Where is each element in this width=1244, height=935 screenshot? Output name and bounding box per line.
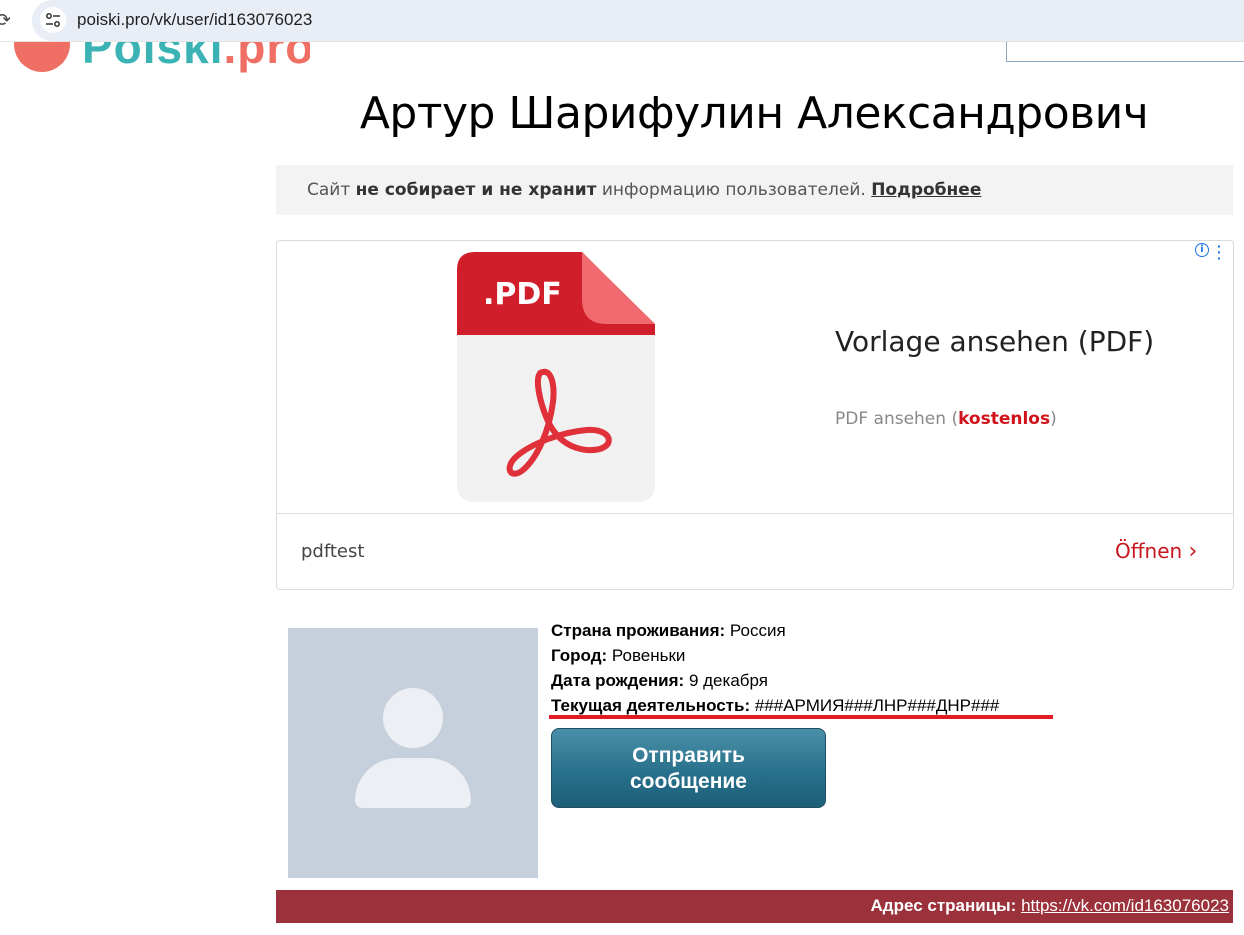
notice-prefix: Сайт <box>307 180 356 200</box>
page-title: Артур Шарифулин Александрович <box>359 88 1149 139</box>
omnibox[interactable]: poiski.pro/vk/user/id163076023 <box>32 0 1244 41</box>
ad-desc-highlight: kostenlos <box>958 409 1051 429</box>
ad-info-icon[interactable]: i <box>1195 243 1209 257</box>
reload-icon[interactable]: ⟳ <box>0 10 10 30</box>
info-value: 9 декабря <box>688 671 768 690</box>
info-label: Страна проживания: <box>551 621 726 640</box>
info-value: Ровеньки <box>611 646 686 665</box>
pdf-file-icon: .PDF <box>457 252 655 502</box>
browser-address-bar: ⟳ poiski.pro/vk/user/id163076023 <box>0 0 1244 42</box>
info-country: Страна проживания: Россия <box>551 618 999 643</box>
activity-underline-annotation <box>549 715 1053 719</box>
notice-bold: не собирает и не хранит <box>355 180 597 200</box>
info-birthdate: Дата рождения: 9 декабря <box>551 668 999 693</box>
page-address-label: Адрес страницы: <box>870 896 1017 915</box>
site-logo[interactable]: Poiski.pro <box>10 42 310 76</box>
notice-suffix: информацию пользователей. <box>596 180 872 200</box>
ad-headline[interactable]: Vorlage ansehen (PDF) <box>835 325 1154 358</box>
ad-banner[interactable]: i · · · .PDF Vorlage ansehen (PDF) PDF ans… <box>276 239 1234 590</box>
info-label: Текущая деятельность: <box>551 696 751 715</box>
logo-text-suffix: .pro <box>223 42 310 73</box>
ad-advertiser: pdftest <box>301 541 365 562</box>
ad-open-label: Öffnen <box>1115 539 1183 563</box>
logo-mark-icon <box>14 42 70 72</box>
ad-open-button[interactable]: Öffnen › <box>1115 539 1197 564</box>
ad-desc-prefix: PDF ansehen ( <box>835 409 959 429</box>
site-info-icon[interactable] <box>40 7 66 33</box>
url-text[interactable]: poiski.pro/vk/user/id163076023 <box>77 10 312 30</box>
send-message-button[interactable]: Отправить сообщение <box>551 728 826 808</box>
logo-text-main: Poiski <box>82 42 224 73</box>
info-value: Россия <box>729 621 786 640</box>
ad-description: PDF ansehen (kostenlos) <box>835 409 1057 429</box>
notice-more-link[interactable]: Подробнее <box>871 180 981 200</box>
ad-divider <box>277 513 1233 514</box>
avatar-placeholder-icon <box>383 688 443 748</box>
ad-menu-icon[interactable]: · · · <box>1217 239 1223 265</box>
logo-text: Poiski.pro <box>82 42 310 74</box>
pdf-badge-text: .PDF <box>483 277 562 312</box>
avatar <box>288 628 538 878</box>
page-address-link[interactable]: https://vk.com/id163076023 <box>1021 896 1229 915</box>
info-city: Город: Ровеньки <box>551 643 999 668</box>
info-label: Город: <box>551 646 608 665</box>
ad-desc-suffix: ) <box>1050 409 1057 429</box>
info-value: ###АРМИЯ###ЛНР###ДНР### <box>754 696 1000 715</box>
chevron-right-icon: › <box>1188 539 1198 564</box>
page-address-bar: Адрес страницы: https://vk.com/id1630760… <box>276 890 1233 923</box>
info-label: Дата рождения: <box>551 671 685 690</box>
profile-info: Страна проживания: Россия Город: Ровеньк… <box>551 618 999 718</box>
privacy-notice: Сайт не собирает и не хранит информацию … <box>276 165 1233 215</box>
header-search-box[interactable] <box>1006 42 1244 62</box>
avatar-placeholder-body <box>355 758 471 808</box>
